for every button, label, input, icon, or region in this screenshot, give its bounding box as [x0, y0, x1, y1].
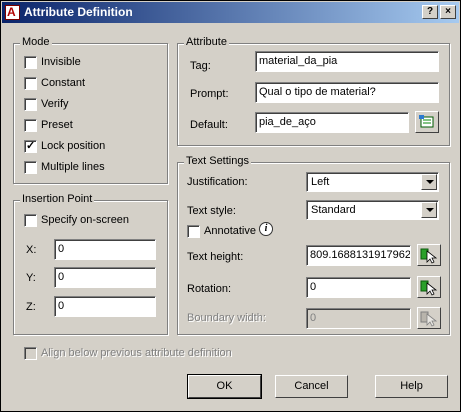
- align-below-label: Align below previous attribute definitio…: [41, 347, 232, 359]
- pick-point-icon: [420, 248, 438, 264]
- text-height-pick-button[interactable]: [417, 244, 441, 266]
- insertion-point-legend: Insertion Point: [20, 193, 95, 205]
- default-input[interactable]: pia_de_aço: [255, 112, 409, 133]
- justification-value: Left: [311, 176, 330, 188]
- text-settings-legend: Text Settings: [184, 155, 251, 167]
- verify-checkbox[interactable]: [24, 98, 37, 111]
- rotation-label: Rotation:: [187, 283, 232, 295]
- text-height-input[interactable]: 809.1688131917962: [306, 245, 411, 266]
- constant-label[interactable]: Constant: [41, 77, 85, 89]
- verify-label[interactable]: Verify: [41, 98, 69, 110]
- tag-input[interactable]: material_da_pia: [255, 51, 439, 72]
- constant-checkbox[interactable]: [24, 77, 37, 90]
- text-style-value: Standard: [311, 204, 356, 216]
- z-input[interactable]: 0: [54, 296, 156, 317]
- chevron-down-icon[interactable]: [421, 202, 437, 218]
- text-height-label: Text height:: [187, 251, 244, 263]
- autocad-app-icon: A: [5, 5, 20, 20]
- text-style-select[interactable]: Standard: [306, 200, 439, 220]
- checkmark-icon: ✓: [26, 140, 36, 152]
- annotative-checkbox[interactable]: [187, 225, 200, 238]
- help-button[interactable]: Help: [375, 375, 448, 398]
- info-icon[interactable]: i: [259, 222, 273, 236]
- preset-label[interactable]: Preset: [41, 119, 73, 131]
- close-title-button[interactable]: ×: [440, 5, 456, 19]
- pick-point-icon: [420, 280, 438, 296]
- annotative-label[interactable]: Annotative: [204, 225, 256, 237]
- help-title-button[interactable]: ?: [422, 5, 438, 19]
- default-label: Default:: [190, 119, 228, 131]
- lock-position-checkbox[interactable]: ✓: [24, 140, 37, 153]
- window-title: Attribute Definition: [24, 5, 133, 19]
- pick-point-icon: [420, 311, 438, 327]
- invisible-checkbox[interactable]: [24, 56, 37, 69]
- rotation-input[interactable]: 0: [306, 277, 411, 298]
- boundary-width-pick-button: [417, 307, 441, 329]
- x-label: X:: [26, 244, 37, 256]
- mode-legend: Mode: [20, 36, 52, 48]
- ok-button[interactable]: OK: [187, 374, 262, 399]
- y-input[interactable]: 0: [54, 267, 156, 288]
- rotation-pick-button[interactable]: [417, 276, 441, 298]
- chevron-down-icon[interactable]: [421, 174, 437, 190]
- cancel-button[interactable]: Cancel: [275, 375, 348, 398]
- y-label: Y:: [26, 272, 36, 284]
- attribute-legend: Attribute: [184, 36, 229, 48]
- align-below-checkbox: [24, 347, 37, 360]
- text-style-label: Text style:: [187, 205, 236, 217]
- prompt-label: Prompt:: [190, 88, 229, 100]
- boundary-width-label: Boundary width:: [187, 312, 266, 324]
- z-label: Z:: [26, 301, 36, 313]
- title-bar[interactable]: A Attribute Definition ? ×: [2, 2, 459, 23]
- tag-label: Tag:: [190, 60, 211, 72]
- specify-on-screen-checkbox[interactable]: [24, 214, 37, 227]
- lock-position-label[interactable]: Lock position: [41, 140, 105, 152]
- invisible-label[interactable]: Invisible: [41, 56, 81, 68]
- insert-field-icon: [419, 115, 434, 128]
- multiple-lines-checkbox[interactable]: [24, 161, 37, 174]
- x-input[interactable]: 0: [54, 239, 156, 260]
- insert-field-button[interactable]: [415, 111, 439, 133]
- preset-checkbox[interactable]: [24, 119, 37, 132]
- attribute-definition-dialog: A Attribute Definition ? × Mode Invisibl…: [0, 0, 461, 412]
- specify-on-screen-label[interactable]: Specify on-screen: [41, 214, 129, 226]
- multiple-lines-label[interactable]: Multiple lines: [41, 161, 105, 173]
- justification-label: Justification:: [187, 176, 248, 188]
- justification-select[interactable]: Left: [306, 172, 439, 192]
- boundary-width-input: 0: [306, 308, 411, 329]
- prompt-input[interactable]: Qual o tipo de material?: [255, 82, 439, 103]
